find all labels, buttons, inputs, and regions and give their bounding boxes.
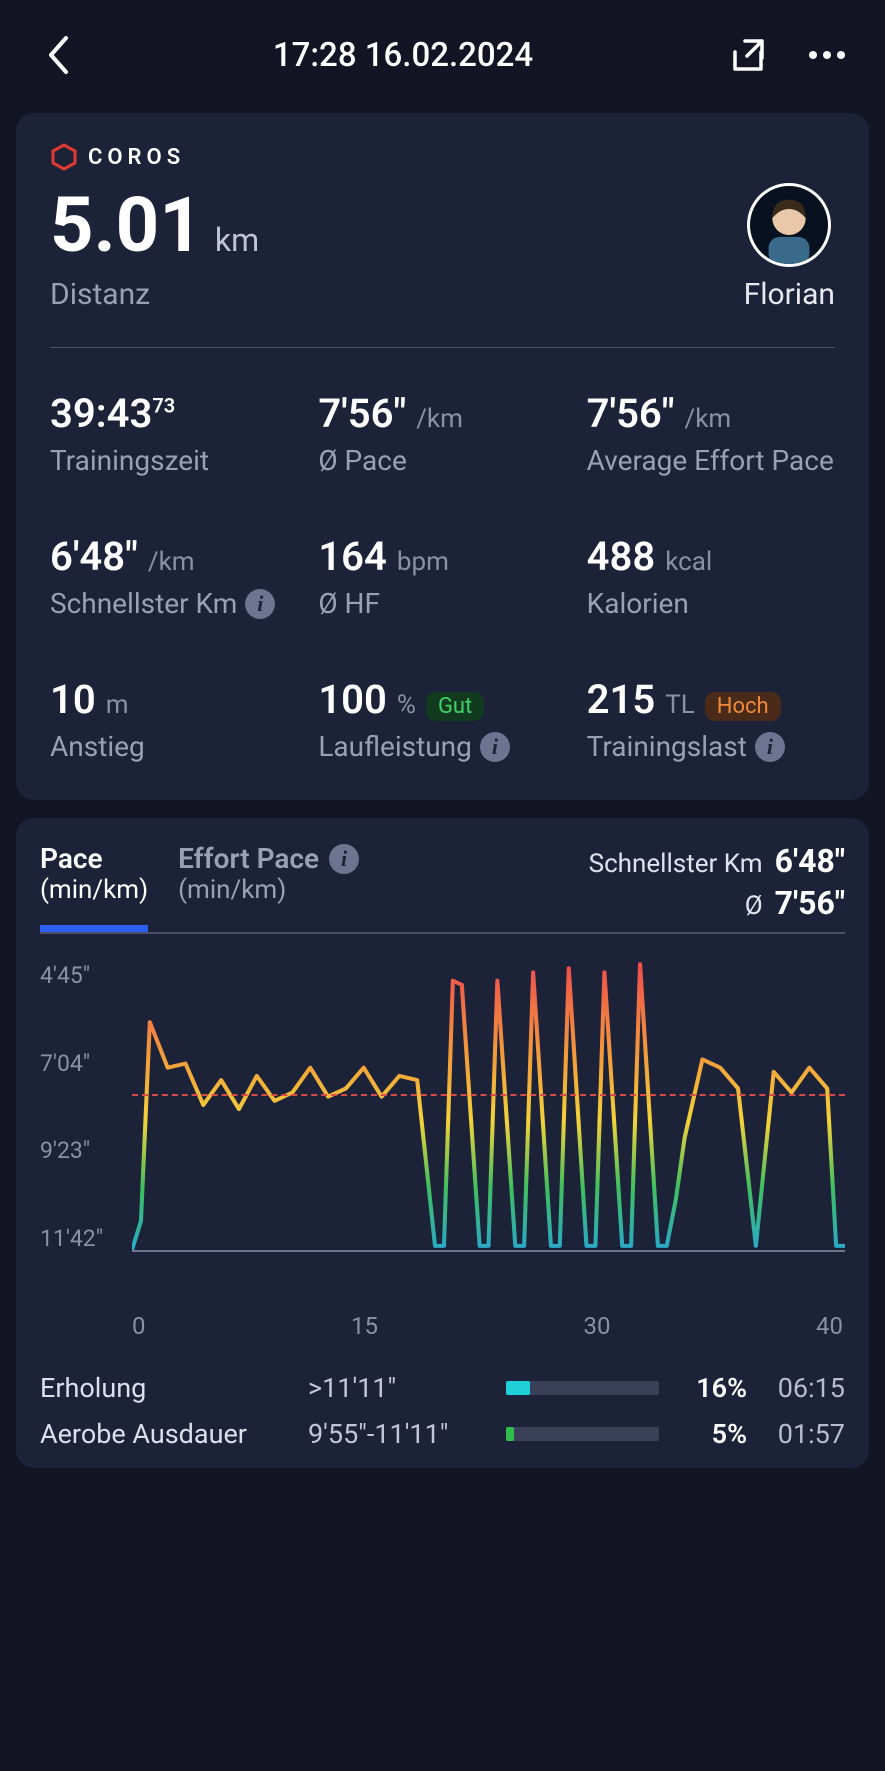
avatar xyxy=(747,183,831,267)
metric-label: Anstieg xyxy=(50,729,298,764)
pace-chart[interactable]: 4'45" 7'04" 9'23" 11'42" xyxy=(40,962,845,1302)
x-axis-labels: 0 15 30 40 xyxy=(40,1312,845,1340)
chart-summary: Schnellster Km 6'48" Ø 7'56" xyxy=(589,842,845,932)
chart-card: Pace (min/km) Effort Pace i (min/km) Sch… xyxy=(16,818,869,1468)
metric-label: Ø Pace xyxy=(318,443,566,478)
y-tick: 7'04" xyxy=(40,1050,130,1077)
zone-bar xyxy=(506,1381,659,1395)
tab-effort-pace[interactable]: Effort Pace i (min/km) xyxy=(178,842,359,925)
metric-cell: 7'56" /km Ø Pace xyxy=(318,390,566,478)
brand-logo: COROS xyxy=(50,143,835,171)
metric-value: 215 xyxy=(587,676,656,723)
metric-label: Trainingszeit xyxy=(50,443,298,478)
metric-value: 100 xyxy=(318,676,387,723)
metric-value: 488 xyxy=(587,533,656,580)
x-tick: 40 xyxy=(816,1312,843,1340)
y-tick: 4'45" xyxy=(40,962,130,989)
zone-name: Aerobe Ausdauer xyxy=(40,1418,290,1450)
zone-rows: Erholung >11'11" 16% 06:15 Aerobe Ausdauer 9'… xyxy=(40,1372,845,1450)
metric-label: Kalorien xyxy=(587,586,835,621)
share-icon xyxy=(727,34,769,76)
avg-line xyxy=(132,1094,845,1096)
x-tick: 30 xyxy=(584,1312,611,1340)
metric-label: Trainingslasti xyxy=(587,729,835,764)
metric-label: Schnellster Kmi xyxy=(50,586,298,621)
plot-area xyxy=(132,962,845,1252)
chevron-left-icon xyxy=(46,35,70,75)
distance-value: 5.01 xyxy=(50,187,203,263)
brand-text: COROS xyxy=(88,145,185,170)
user-block[interactable]: Florian xyxy=(744,183,835,312)
distance-label: Distanz xyxy=(50,277,259,312)
zone-range: 9'55"-11'11" xyxy=(308,1418,488,1450)
x-tick: 15 xyxy=(351,1312,378,1340)
more-icon xyxy=(807,49,847,61)
x-tick: 0 xyxy=(132,1312,146,1340)
y-tick: 9'23" xyxy=(40,1137,130,1164)
metric-value: 39:4373 xyxy=(50,390,175,437)
metric-cell: 164 bpm Ø HF xyxy=(318,533,566,621)
info-icon[interactable]: i xyxy=(329,844,359,874)
zone-fill xyxy=(506,1427,514,1441)
metric-cell: 100% Gut Laufleistungi xyxy=(318,676,566,764)
metric-unit: /km xyxy=(685,404,732,434)
zone-pct: 16% xyxy=(677,1372,747,1404)
metric-unit: kcal xyxy=(665,547,712,577)
metric-unit: bpm xyxy=(397,547,449,577)
header-bar: 17:28 16.02.2024 xyxy=(0,0,885,110)
y-axis-labels: 4'45" 7'04" 9'23" 11'42" xyxy=(40,962,130,1252)
metric-cell: 215 TL Hoch Trainingslasti xyxy=(587,676,835,764)
more-button[interactable] xyxy=(805,33,849,77)
metric-value: 164 xyxy=(318,533,387,580)
coros-icon xyxy=(50,143,78,171)
metric-value: 7'56" xyxy=(318,390,406,437)
metric-label: Laufleistungi xyxy=(318,729,566,764)
metric-cell: 7'56" /km Average Effort Pace xyxy=(587,390,835,478)
metric-cell: 488 kcal Kalorien xyxy=(587,533,835,621)
zone-time: 01:57 xyxy=(765,1418,845,1450)
divider xyxy=(50,347,835,348)
info-icon[interactable]: i xyxy=(755,732,785,762)
zone-row: Aerobe Ausdauer 9'55"-11'11" 5% 01:57 xyxy=(40,1418,845,1450)
zone-bar xyxy=(506,1427,659,1441)
metric-value: 7'56" xyxy=(587,390,675,437)
share-button[interactable] xyxy=(726,33,770,77)
metric-cell: 10 m Anstieg xyxy=(50,676,298,764)
avatar-icon xyxy=(750,183,828,264)
metric-label: Average Effort Pace xyxy=(587,443,835,478)
metric-label: Ø HF xyxy=(318,586,566,621)
status-badge: Hoch xyxy=(705,692,781,721)
header-title: 17:28 16.02.2024 xyxy=(273,36,533,75)
zone-pct: 5% xyxy=(677,1418,747,1450)
back-button[interactable] xyxy=(36,33,80,77)
zone-time: 06:15 xyxy=(765,1372,845,1404)
info-icon[interactable]: i xyxy=(245,589,275,619)
zone-range: >11'11" xyxy=(308,1372,488,1404)
tabs: Pace (min/km) Effort Pace i (min/km) Sch… xyxy=(40,842,845,934)
zone-row: Erholung >11'11" 16% 06:15 xyxy=(40,1372,845,1404)
tab-pace[interactable]: Pace (min/km) xyxy=(40,842,148,932)
metric-cell: 39:4373 Trainingszeit xyxy=(50,390,298,478)
y-tick: 11'42" xyxy=(40,1225,130,1252)
metric-unit: /km xyxy=(148,547,195,577)
user-name: Florian xyxy=(744,277,835,312)
metric-unit: % xyxy=(397,690,416,720)
metrics-grid: 39:4373 Trainingszeit 7'56" /km Ø Pace 7'56" /… xyxy=(50,390,835,764)
metric-value: 6'48" xyxy=(50,533,138,580)
summary-card: COROS 5.01 km Distanz Florian 39:4373 Tra… xyxy=(16,113,869,800)
chart-line xyxy=(132,962,845,1250)
info-icon[interactable]: i xyxy=(480,732,510,762)
status-badge: Gut xyxy=(426,692,484,721)
zone-name: Erholung xyxy=(40,1372,290,1404)
zone-fill xyxy=(506,1381,530,1395)
distance-unit: km xyxy=(215,221,259,259)
metric-cell: 6'48" /km Schnellster Kmi xyxy=(50,533,298,621)
metric-unit: m xyxy=(106,690,129,720)
metric-unit: TL xyxy=(665,690,695,720)
metric-value: 10 xyxy=(50,676,96,723)
metric-unit: /km xyxy=(416,404,463,434)
